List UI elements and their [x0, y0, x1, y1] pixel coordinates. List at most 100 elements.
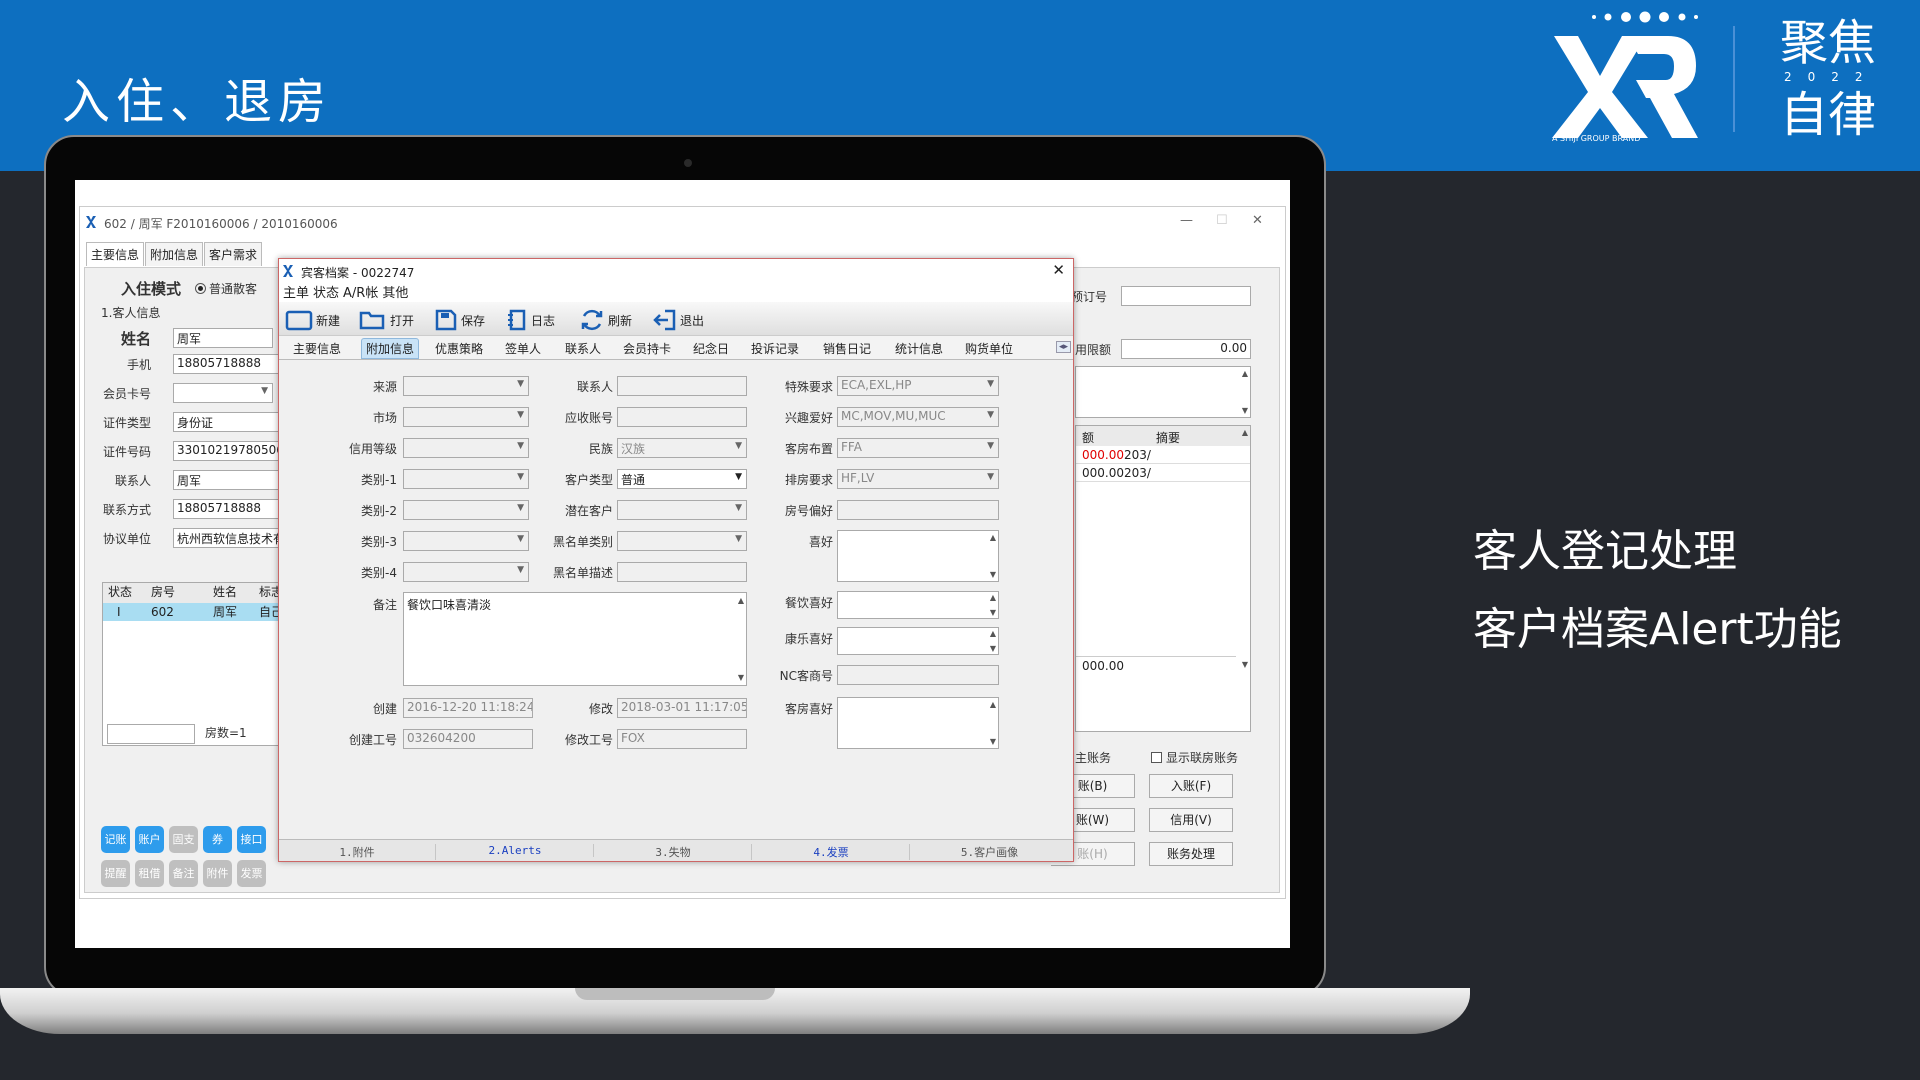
tab-sales-diary[interactable]: 销售日记 [823, 340, 871, 357]
invoice-button[interactable]: 发票 [237, 860, 266, 887]
credit-level-select[interactable]: ▼ [403, 438, 529, 458]
open-button[interactable]: 打开 [359, 309, 414, 331]
market-select[interactable]: ▼ [403, 407, 529, 427]
footer-tab-lost-items[interactable]: 3.失物 [595, 844, 752, 860]
ethnicity-label: 民族 [588, 442, 613, 456]
footer-tab-invoice[interactable]: 4.发票 [753, 844, 910, 860]
footer-tab-alerts[interactable]: 2.Alerts [437, 844, 594, 857]
maximize-button[interactable]: ☐ [1216, 213, 1228, 228]
grid-filter-input[interactable] [107, 724, 195, 744]
post-entry-button[interactable]: 入账(F) [1149, 774, 1233, 798]
account-button[interactable]: 账户 [135, 826, 164, 853]
blacklist-desc-field[interactable] [617, 562, 747, 582]
dlg-contact-field[interactable] [617, 376, 747, 396]
tab-discount-policy[interactable]: 优惠策略 [435, 340, 483, 357]
tab-anniversary[interactable]: 纪念日 [693, 340, 729, 357]
contact-method-field[interactable]: 18805718888 [173, 499, 283, 519]
tab-statistics[interactable]: 统计信息 [895, 340, 943, 357]
preorder-field[interactable] [1121, 286, 1251, 306]
dialog-tabs: 主要信息 附加信息 优惠策略 签单人 联系人 会员持卡 纪念日 投诉记录 销售日… [279, 336, 1073, 360]
room-setup-select[interactable]: FFA ▼ [837, 438, 999, 458]
new-button[interactable]: 新建 [285, 309, 340, 331]
tab-customer-needs[interactable]: 客户需求 [204, 242, 263, 266]
name-field[interactable]: 周军 [173, 328, 273, 348]
menu-other[interactable]: 其他 [382, 282, 408, 301]
post-button[interactable]: 记账 [101, 826, 130, 853]
dialog-toolbar: 新建 打开 保存 日志 刷新 退出 [279, 302, 1073, 336]
menu-main[interactable]: 主单 [283, 282, 309, 301]
coupon-button[interactable]: 券 [203, 826, 232, 853]
minimize-button[interactable]: — [1180, 213, 1193, 228]
scroll-up-icon: ▲ [989, 593, 996, 602]
receivable-account-field[interactable] [617, 407, 747, 427]
source-select[interactable]: ▼ [403, 376, 529, 396]
tab-purchase-unit[interactable]: 购货单位 [965, 340, 1013, 357]
member-card-select[interactable]: ▼ [173, 383, 273, 403]
category3-select[interactable]: ▼ [403, 531, 529, 551]
recreation-pref-field[interactable]: ▲ ▼ [837, 627, 999, 655]
footer-tab-customer-profile[interactable]: 5.客户画像 [911, 844, 1068, 860]
room-assign-select[interactable]: HF,LV ▼ [837, 469, 999, 489]
tab-complaints[interactable]: 投诉记录 [751, 340, 799, 357]
remark-button[interactable]: 备注 [169, 860, 198, 887]
close-icon[interactable]: ✕ [1052, 261, 1065, 279]
agreement-unit-field[interactable]: 杭州西软信息技术有 [173, 528, 283, 548]
save-button[interactable]: 保存 [434, 309, 485, 331]
menu-ar[interactable]: A/R帐 [343, 282, 378, 301]
tab-signers[interactable]: 签单人 [505, 340, 541, 357]
contact-field[interactable]: 周军 [173, 470, 283, 490]
special-request-select[interactable]: ECA,EXL,HP ▼ [837, 376, 999, 396]
tab-extra-info[interactable]: 附加信息 [361, 338, 420, 359]
id-number-field[interactable]: 330102197805060 [173, 441, 283, 461]
attachment-button[interactable]: 附件 [203, 860, 232, 887]
interests-select[interactable]: MC,MOV,MU,MUC ▼ [837, 407, 999, 427]
room-pref-field[interactable] [837, 500, 999, 520]
nc-merchant-field[interactable] [837, 665, 999, 685]
id-type-field[interactable]: 身份证 [173, 412, 283, 432]
customer-type-select[interactable]: 普通 ▼ [617, 469, 747, 489]
refresh-button[interactable]: 刷新 [579, 309, 632, 331]
tab-extra-info[interactable]: 附加信息 [145, 242, 204, 266]
dining-pref-field[interactable]: ▲ ▼ [837, 591, 999, 619]
tab-scroll-icon[interactable]: ◂▸ [1055, 341, 1071, 353]
guest-profile-dialog: 宾客档案 - 0022747 ✕ 主单 状态 A/R帐 其他 新建 打开 保存 日志 … [278, 258, 1074, 862]
menu-status[interactable]: 状态 [313, 282, 339, 301]
reminder-button[interactable]: 提醒 [101, 860, 130, 887]
rental-button[interactable]: 租借 [135, 860, 164, 887]
likes-textarea[interactable]: ▲ ▼ [837, 530, 999, 582]
fixed-payment-button[interactable]: 固支 [169, 826, 198, 853]
category4-select[interactable]: ▼ [403, 562, 529, 582]
tab-main-info[interactable]: 主要信息 [86, 242, 145, 266]
recreation-pref-label: 康乐喜好 [784, 632, 833, 646]
remark-textarea[interactable]: 餐饮口味喜清淡 ▲ ▼ [403, 592, 747, 686]
close-window-button[interactable]: ✕ [1252, 213, 1263, 228]
tab-member-cards[interactable]: 会员持卡 [623, 340, 671, 357]
tab-contacts[interactable]: 联系人 [565, 340, 601, 357]
exit-button[interactable]: 退出 [653, 309, 704, 331]
mobile-field[interactable]: 18805718888 [173, 354, 283, 374]
laptop-screen: 602 / 周军 F2010160006 / 2010160006 — ☐ ✕ … [75, 180, 1290, 948]
table-row[interactable]: I 602 周军 自己 [103, 603, 291, 621]
show-linked-checkbox[interactable]: 显示联房账务 [1151, 749, 1238, 766]
chevron-down-icon: ▼ [517, 472, 524, 482]
tab-main-info[interactable]: 主要信息 [293, 340, 341, 357]
scroll-up-icon: ▲ [989, 629, 996, 638]
blacklist-type-select[interactable]: ▼ [617, 531, 747, 551]
category2-label: 类别-2 [361, 504, 397, 518]
checkin-mode-radio[interactable]: 普通散客 [195, 280, 257, 297]
credit-button[interactable]: 信用(V) [1149, 808, 1233, 832]
account-process-button[interactable]: 账务处理 [1149, 842, 1233, 866]
potential-customer-select[interactable]: ▼ [617, 500, 747, 520]
category2-select[interactable]: ▼ [403, 500, 529, 520]
footer-tab-attachments[interactable]: 1.附件 [279, 844, 436, 860]
table-row[interactable]: 000.00 203/ [1076, 464, 1250, 482]
interface-button[interactable]: 接口 [237, 826, 266, 853]
credit-limit-field[interactable]: 0.00 [1121, 339, 1251, 359]
table-row[interactable]: 000.00 203/ [1076, 446, 1250, 464]
category1-select[interactable]: ▼ [403, 469, 529, 489]
creator-field: 032604200 [403, 729, 533, 749]
remark-area-right[interactable]: ▲ ▼ [1075, 366, 1251, 418]
guestroom-pref-textarea[interactable]: ▲ ▼ [837, 697, 999, 749]
ethnicity-select[interactable]: 汉族 ▼ [617, 438, 747, 458]
log-button[interactable]: 日志 [506, 309, 555, 331]
